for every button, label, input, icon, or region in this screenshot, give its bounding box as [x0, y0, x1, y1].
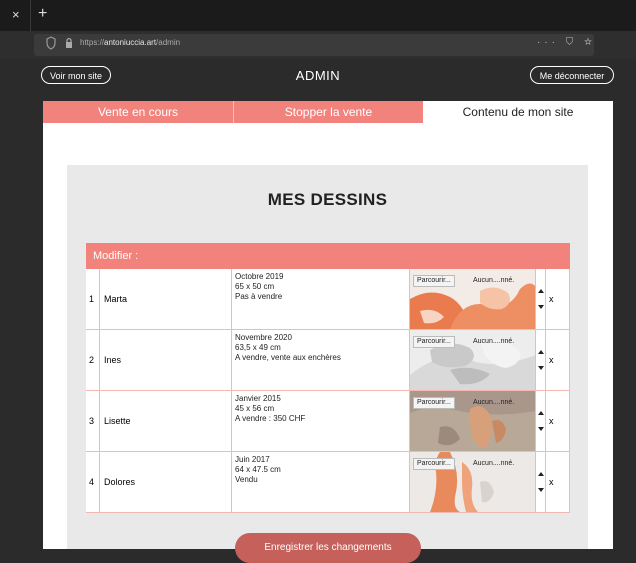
browse-button[interactable]: Parcourir... — [413, 275, 455, 287]
drawing-name[interactable]: Marta — [100, 269, 232, 329]
drawing-info[interactable]: Octobre 2019 65 x 50 cm Pas à vendre — [232, 269, 410, 329]
reorder-control — [536, 269, 546, 329]
file-status: Aucun....nné. — [473, 399, 515, 406]
table-row: 1 Marta Octobre 2019 65 x 50 cm Pas à ve… — [86, 269, 570, 330]
logout-button[interactable]: Me déconnecter — [530, 66, 614, 84]
move-down-icon[interactable] — [538, 366, 544, 370]
drawing-date: Octobre 2019 — [235, 272, 284, 281]
url-text[interactable]: https://antoniuccia.art/admin — [80, 38, 180, 47]
row-number: 1 — [86, 269, 100, 329]
drawing-status: A vendre : 350 CHF — [235, 414, 306, 423]
table-row: 3 Lisette Janvier 2015 45 x 56 cm A vend… — [86, 391, 570, 452]
shield-icon — [46, 36, 56, 50]
browse-button[interactable]: Parcourir... — [413, 397, 455, 409]
drawing-name[interactable]: Lisette — [100, 391, 232, 451]
toolbar-icons[interactable]: ··· ⛉ ☆ — [537, 37, 596, 48]
save-changes-button[interactable]: Enregistrer les changements — [235, 533, 421, 563]
drawing-name[interactable]: Dolores — [100, 452, 232, 512]
tab-site-content[interactable]: Contenu de mon site — [423, 101, 613, 123]
drawing-info[interactable]: Novembre 2020 63,5 x 49 cm A vendre, ven… — [232, 330, 410, 390]
drawing-name[interactable]: Ines — [100, 330, 232, 390]
drawing-thumbnail: Parcourir... Aucun....nné. — [410, 391, 536, 451]
drawing-size: 64 x 47.5 cm — [235, 465, 281, 474]
table-header: Modifier : — [86, 243, 570, 269]
reorder-control — [536, 330, 546, 390]
file-status: Aucun....nné. — [473, 460, 515, 467]
move-down-icon[interactable] — [538, 427, 544, 431]
row-number: 2 — [86, 330, 100, 390]
reorder-control — [536, 452, 546, 512]
move-down-icon[interactable] — [538, 305, 544, 309]
move-up-icon[interactable] — [538, 472, 544, 476]
url-host: antoniuccia.art — [104, 38, 157, 47]
drawing-thumbnail: Parcourir... Aucun....nné. — [410, 452, 536, 512]
file-status: Aucun....nné. — [473, 338, 515, 345]
browser-tab-bar: × + — [0, 0, 636, 31]
drawing-date: Janvier 2015 — [235, 394, 281, 403]
browse-button[interactable]: Parcourir... — [413, 336, 455, 348]
drawing-status: Pas à vendre — [235, 292, 283, 301]
section-title: MES DESSINS — [267, 190, 388, 209]
delete-button[interactable]: x — [546, 330, 570, 390]
nav-tabs: Vente en cours Stopper la vente Contenu … — [43, 101, 613, 123]
new-tab-icon[interactable]: + — [38, 5, 47, 23]
tab-divider — [30, 0, 31, 31]
drawing-info[interactable]: Juin 2017 64 x 47.5 cm Vendu — [232, 452, 410, 512]
url-path: /admin — [156, 38, 181, 47]
drawing-size: 45 x 56 cm — [235, 404, 275, 413]
file-status: Aucun....nné. — [473, 277, 515, 284]
tab-current-sale[interactable]: Vente en cours — [43, 101, 233, 123]
move-up-icon[interactable] — [538, 411, 544, 415]
row-number: 4 — [86, 452, 100, 512]
drawing-info[interactable]: Janvier 2015 45 x 56 cm A vendre : 350 C… — [232, 391, 410, 451]
row-number: 3 — [86, 391, 100, 451]
url-prefix: https:// — [80, 38, 105, 47]
drawing-date: Novembre 2020 — [235, 333, 292, 342]
drawing-date: Juin 2017 — [235, 455, 270, 464]
drawing-thumbnail: Parcourir... Aucun....nné. — [410, 269, 536, 329]
drawings-table: Modifier : 1 Marta Octobre 2019 65 x 50 … — [86, 243, 570, 513]
lock-icon — [66, 37, 72, 48]
table-row: 4 Dolores Juin 2017 64 x 47.5 cm Vendu P… — [86, 452, 570, 513]
move-down-icon[interactable] — [538, 488, 544, 492]
table-row: 2 Ines Novembre 2020 63,5 x 49 cm A vend… — [86, 330, 570, 391]
tab-stop-sale[interactable]: Stopper la vente — [233, 101, 423, 123]
reorder-control — [536, 391, 546, 451]
browse-button[interactable]: Parcourir... — [413, 458, 455, 470]
close-tab-icon[interactable]: × — [12, 7, 20, 23]
drawing-size: 65 x 50 cm — [235, 282, 275, 291]
drawing-size: 63,5 x 49 cm — [235, 343, 281, 352]
move-up-icon[interactable] — [538, 350, 544, 354]
delete-button[interactable]: x — [546, 452, 570, 512]
delete-button[interactable]: x — [546, 391, 570, 451]
drawing-thumbnail: Parcourir... Aucun....nné. — [410, 330, 536, 390]
drawing-status: A vendre, vente aux enchères — [235, 353, 341, 362]
drawing-status: Vendu — [235, 475, 258, 484]
delete-button[interactable]: x — [546, 269, 570, 329]
move-up-icon[interactable] — [538, 289, 544, 293]
